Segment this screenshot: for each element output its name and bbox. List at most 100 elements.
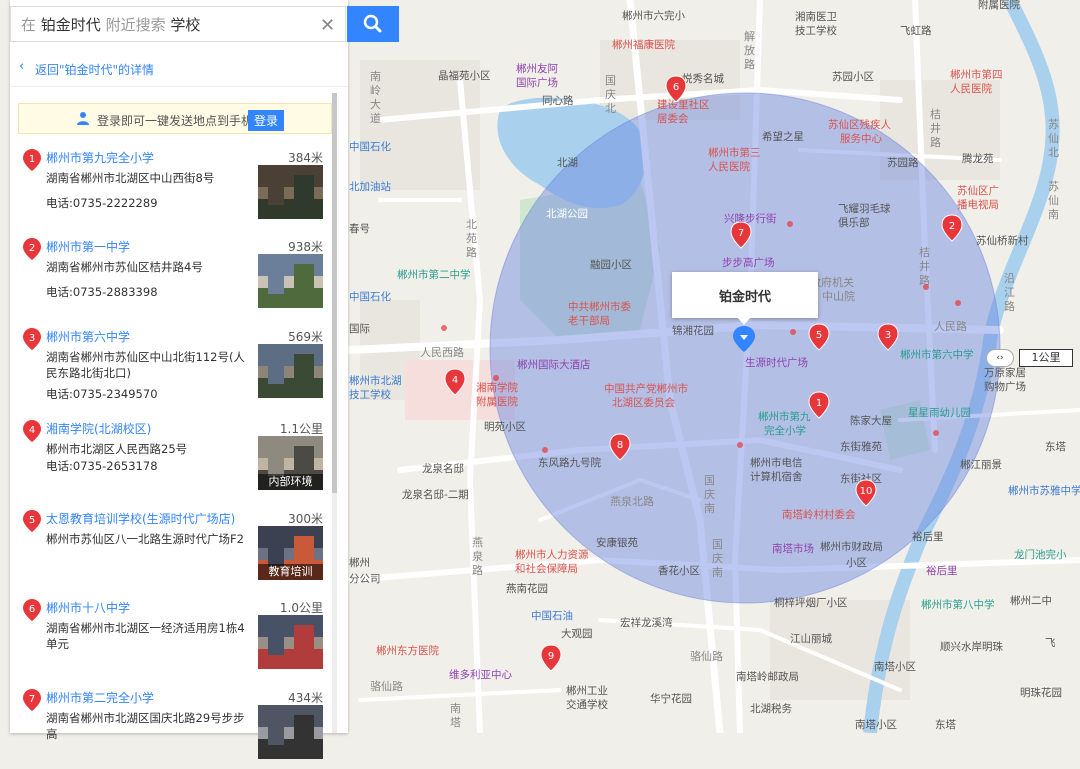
svg-text:国际: 国际 (349, 323, 370, 335)
svg-text:岭: 岭 (370, 83, 381, 97)
svg-text:燕南花园: 燕南花园 (506, 582, 548, 595)
svg-text:大观园: 大观园 (561, 627, 593, 640)
road-renmin: 人民路 (934, 320, 967, 333)
svg-text:放: 放 (744, 43, 755, 57)
result-name[interactable]: 郴州市第一中学 (46, 238, 130, 255)
svg-text:南塔岭邮政局: 南塔岭邮政局 (736, 670, 799, 683)
svg-text:晶福苑小区: 晶福苑小区 (438, 69, 491, 82)
result-distance: 938米 (288, 240, 323, 254)
svg-text:6: 6 (673, 82, 679, 93)
svg-text:希望之星: 希望之星 (762, 130, 804, 143)
result-item[interactable]: 4 湘南学院(北湖校区) 1.1公里 郴州市北湖区人民西路25号 电话:0735-265… (20, 420, 326, 500)
scale-label: 1公里 (1019, 349, 1073, 367)
svg-text:井: 井 (930, 121, 941, 135)
scrollbar[interactable] (332, 93, 337, 733)
result-thumbnail[interactable] (258, 254, 323, 308)
result-address: 湖南省郴州市北湖区中山西街8号 (46, 171, 215, 185)
road-yanquan-north: 燕泉北路 (610, 494, 654, 508)
svg-text:小区: 小区 (846, 557, 867, 569)
result-item[interactable]: 6 郴州市十八中学 1.0公里 湖南省郴州市北湖区一经济适用房1栋4单元 (20, 599, 326, 679)
svg-text:国: 国 (605, 74, 616, 87)
svg-text:同心路: 同心路 (542, 94, 574, 107)
svg-text:9: 9 (548, 651, 554, 662)
svg-text:万原家居: 万原家居 (984, 366, 1026, 379)
svg-text:陈家大屋: 陈家大屋 (850, 414, 892, 427)
expand-icon[interactable]: ‹› (986, 349, 1014, 367)
svg-text:南塔小区: 南塔小区 (874, 660, 916, 673)
svg-text:7: 7 (29, 694, 35, 705)
svg-text:沿: 沿 (1004, 272, 1015, 285)
search-icon (363, 14, 382, 33)
login-banner: 登录即可一键发送地点到手机 登录 (18, 103, 332, 134)
svg-text:燕: 燕 (472, 536, 483, 549)
svg-text:4: 4 (452, 375, 458, 386)
svg-text:庆: 庆 (712, 551, 723, 565)
result-item[interactable]: 5 太恩教育培训学校(生源时代广场店) 300米 郴州市苏仙区八一北路生源时代广场F2… (20, 510, 326, 590)
svg-text:明苑小区: 明苑小区 (484, 420, 526, 433)
svg-text:计算机宿舍: 计算机宿舍 (750, 470, 803, 483)
svg-text:东风路九号院: 东风路九号院 (538, 456, 601, 469)
result-name[interactable]: 郴州市第九完全小学 (46, 149, 154, 166)
result-distance: 1.0公里 (279, 601, 323, 615)
result-name[interactable]: 郴州市十八中学 (46, 599, 130, 616)
svg-text:龙泉名邸-二期: 龙泉名邸-二期 (402, 488, 469, 501)
svg-text:服务中心: 服务中心 (840, 132, 882, 145)
svg-text:国际广场: 国际广场 (516, 76, 558, 89)
svg-text:南塔岭村村委会: 南塔岭村村委会 (782, 508, 856, 521)
result-item[interactable]: 1 郴州市第九完全小学 384米 湖南省郴州市北湖区中山西街8号 电话:0735-222… (20, 149, 326, 229)
svg-text:明珠花园: 明珠花园 (1020, 686, 1062, 699)
result-item[interactable]: 3 郴州市第六中学 569米 湖南省郴州市苏仙区中山北街112号(人民东路北街北口) 电… (20, 328, 326, 408)
result-distance: 384米 (288, 151, 323, 165)
svg-text:解: 解 (744, 29, 755, 43)
search-box[interactable]: 在 铂金时代 附近搜索 学校 ✕ (10, 6, 346, 42)
search-keyword[interactable]: 学校 (170, 16, 200, 34)
svg-text:飞虹路: 飞虹路 (900, 24, 932, 37)
search-button[interactable] (347, 6, 399, 42)
login-button[interactable]: 登录 (248, 110, 285, 131)
result-thumbnail[interactable] (258, 705, 323, 759)
svg-text:分公司: 分公司 (349, 573, 381, 585)
svg-text:人民医院: 人民医院 (708, 160, 750, 173)
svg-text:星星雨幼儿园: 星星雨幼儿园 (908, 406, 971, 419)
result-name[interactable]: 湘南学院(北湖校区) (46, 420, 151, 437)
svg-text:郴州市第四: 郴州市第四 (950, 68, 1003, 81)
scrollbar-thumb[interactable] (332, 93, 337, 493)
thumbnail-caption: 内部环境 (258, 474, 323, 490)
svg-text:湘南医卫: 湘南医卫 (795, 10, 837, 23)
result-thumbnail[interactable] (258, 165, 323, 219)
result-thumbnail[interactable]: 教育培训 (258, 526, 323, 580)
svg-text:7: 7 (738, 228, 744, 239)
svg-text:香花小区: 香花小区 (658, 564, 700, 577)
result-name[interactable]: 太恩教育培训学校(生源时代广场店) (46, 510, 235, 527)
svg-text:郴州市人力资源: 郴州市人力资源 (515, 548, 589, 561)
svg-text:仙: 仙 (1048, 132, 1059, 145)
result-item[interactable]: 7 郴州市第二完全小学 434米 湖南省郴州市北湖区国庆北路29号步步高 (20, 689, 326, 769)
result-item[interactable]: 2 郴州市第一中学 938米 湖南省郴州市苏仙区桔井路4号 电话:0735-288339… (20, 238, 326, 318)
svg-text:江山丽城: 江山丽城 (790, 633, 832, 645)
result-thumbnail[interactable]: 内部环境 (258, 436, 323, 490)
svg-text:安康银苑: 安康银苑 (596, 536, 638, 549)
svg-text:郴州市苏雅中学: 郴州市苏雅中学 (1008, 484, 1080, 497)
svg-text:中国石化: 中国石化 (349, 140, 391, 153)
svg-text:苑: 苑 (466, 232, 477, 245)
result-distance: 300米 (288, 512, 323, 526)
svg-text:大: 大 (370, 97, 381, 111)
svg-text:北: 北 (605, 102, 616, 115)
result-thumbnail[interactable] (258, 344, 323, 398)
svg-text:春号: 春号 (349, 223, 370, 235)
svg-text:郴州市第六中学: 郴州市第六中学 (900, 348, 974, 361)
svg-text:裕后里: 裕后里 (912, 530, 944, 543)
result-name[interactable]: 郴州市第二完全小学 (46, 689, 154, 706)
location-callout[interactable]: 铂金时代 (672, 272, 818, 318)
svg-text:湘南学院: 湘南学院 (476, 381, 518, 394)
back-link[interactable]: ‹ 返回"铂金时代"的详情 (10, 52, 348, 87)
result-thumbnail[interactable] (258, 615, 323, 669)
svg-text:北: 北 (1048, 146, 1059, 159)
search-center: 铂金时代 (40, 16, 101, 34)
svg-text:兴隆步行街: 兴隆步行街 (724, 212, 777, 225)
svg-text:顺兴水岸明珠: 顺兴水岸明珠 (940, 640, 1003, 653)
clear-icon[interactable]: ✕ (320, 15, 335, 36)
svg-text:腾龙苑: 腾龙苑 (962, 152, 994, 165)
svg-text:南: 南 (1048, 208, 1059, 221)
result-name[interactable]: 郴州市第六中学 (46, 328, 130, 345)
